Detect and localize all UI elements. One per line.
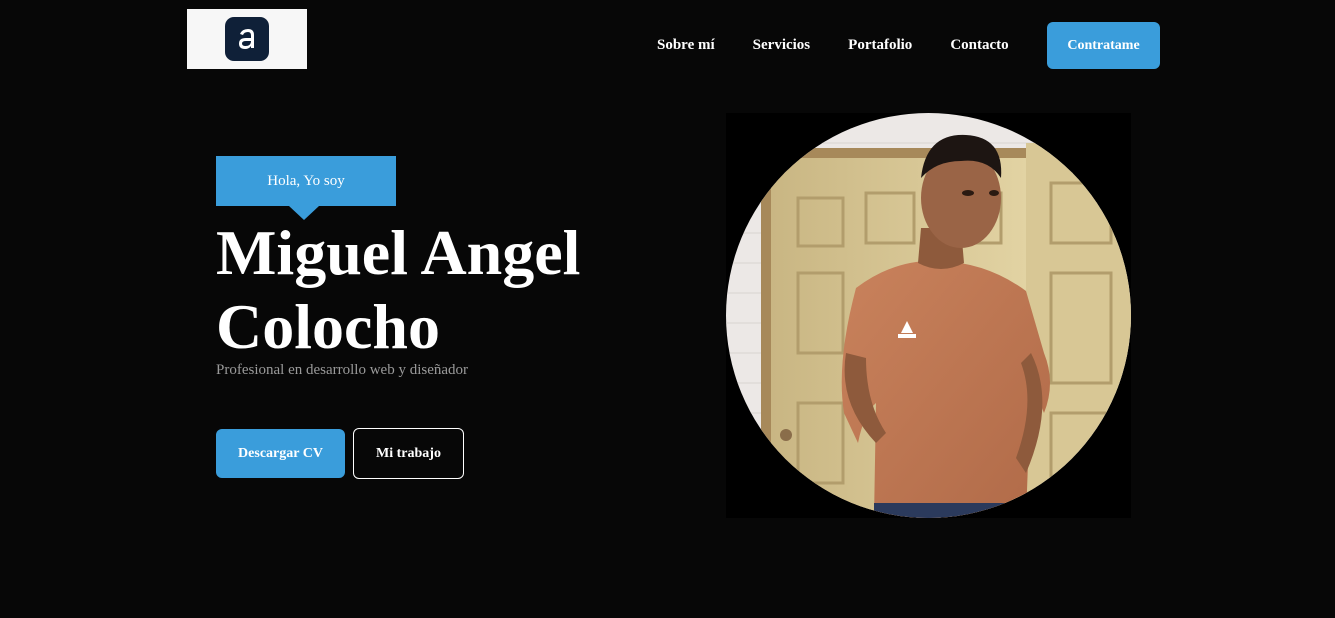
portrait-photo [726,113,1131,518]
portrait-illustration [726,113,1131,518]
portrait-frame [726,113,1131,518]
hire-me-button[interactable]: Contratame [1047,22,1160,69]
letter-a-app-icon [225,17,269,61]
greeting-text: Hola, Yo soy [267,172,345,189]
download-cv-button[interactable]: Descargar CV [216,429,345,478]
my-work-button[interactable]: Mi trabajo [353,428,464,479]
nav-link-services[interactable]: Servicios [753,37,811,54]
site-logo[interactable] [187,9,307,69]
hero-name: Miguel Angel Colocho [216,216,636,364]
hero-name-line-2: Colocho [216,291,440,362]
nav-link-contact[interactable]: Contacto [950,37,1008,54]
hero-subtitle: Profesional en desarrollo web y diseñado… [216,362,469,378]
greeting-badge: Hola, Yo soy [216,156,396,220]
nav-link-about[interactable]: Sobre mí [657,37,715,54]
nav-link-portfolio[interactable]: Portafolio [848,37,912,54]
main-nav: Sobre mí Servicios Portafolio Contacto [657,22,1047,69]
hero-name-line-1: Miguel Angel [216,217,581,288]
